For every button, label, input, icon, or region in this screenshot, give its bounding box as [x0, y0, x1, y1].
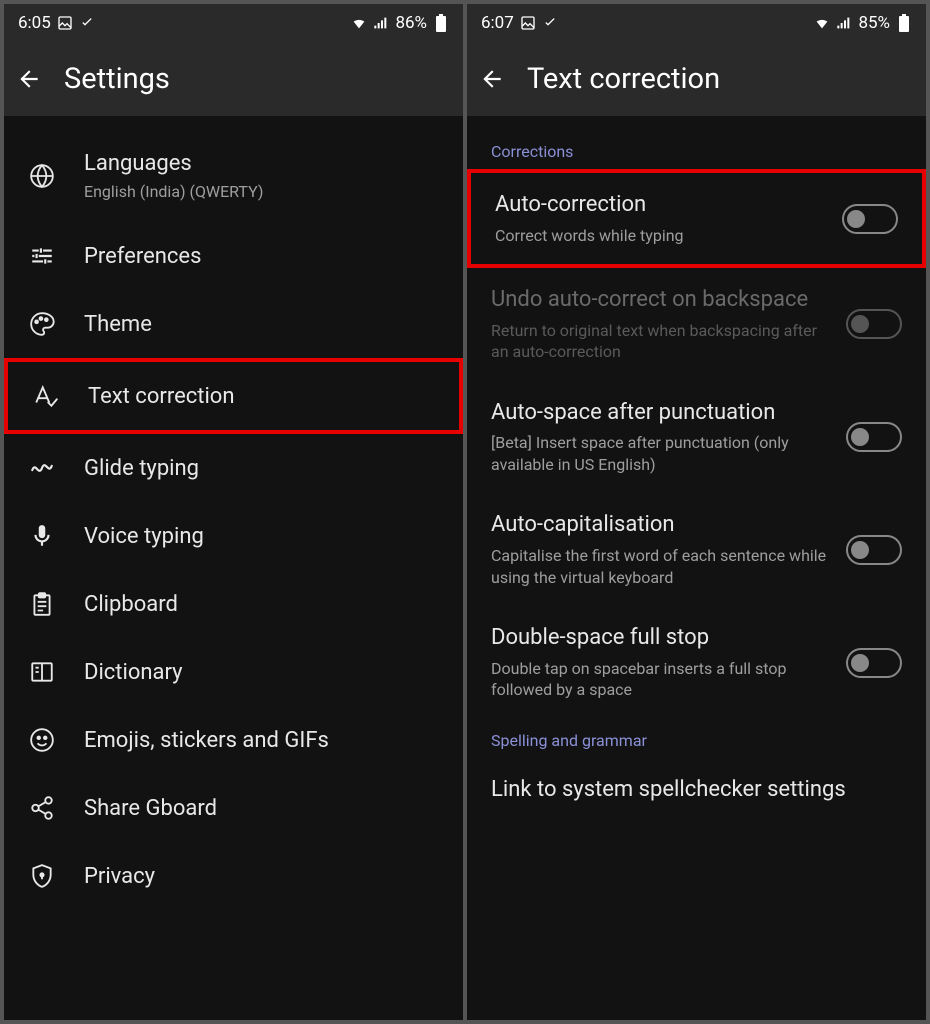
check-icon [542, 15, 558, 31]
item-title: Undo auto-correct on backspace [491, 286, 830, 314]
item-title: Emojis, stickers and GIFs [84, 727, 329, 755]
item-title: Preferences [84, 243, 201, 271]
wifi-icon [814, 15, 830, 31]
item-title: Voice typing [84, 523, 204, 551]
languages-item[interactable]: Languages English (India) (QWERTY) [4, 130, 463, 222]
status-battery: 85% [858, 13, 890, 33]
item-sub: English (India) (QWERTY) [84, 182, 263, 203]
book-icon [28, 658, 56, 686]
item-title: Auto-space after punctuation [491, 399, 830, 427]
item-title: Dictionary [84, 659, 183, 687]
battery-icon [433, 15, 449, 31]
emojis-item[interactable]: Emojis, stickers and GIFs [4, 706, 463, 774]
status-bar: 6:07 85% [467, 4, 926, 42]
signal-icon [836, 15, 852, 31]
double-space-item[interactable]: Double-space full stop Double tap on spa… [467, 606, 926, 719]
item-title: Clipboard [84, 591, 178, 619]
settings-screen: 6:05 86% Settings Languages English (Ind… [4, 4, 463, 1020]
app-bar: Settings [4, 42, 463, 116]
clipboard-item[interactable]: Clipboard [4, 570, 463, 638]
sliders-icon [28, 242, 56, 270]
share-icon [28, 794, 56, 822]
back-button[interactable] [479, 66, 505, 92]
text-correction-list: Corrections Auto-correction Correct word… [467, 116, 926, 1020]
share-item[interactable]: Share Gboard [4, 774, 463, 842]
auto-correction-item[interactable]: Auto-correction Correct words while typi… [467, 169, 926, 268]
voice-typing-item[interactable]: Voice typing [4, 502, 463, 570]
auto-cap-item[interactable]: Auto-capitalisation Capitalise the first… [467, 493, 926, 606]
emoji-icon [28, 726, 56, 754]
glide-icon [28, 454, 56, 482]
item-title: Auto-correction [495, 191, 826, 219]
item-title: Link to system spellchecker settings [491, 776, 902, 804]
item-sub: Return to original text when backspacing… [491, 320, 830, 363]
item-sub: Double tap on spacebar inserts a full st… [491, 658, 830, 701]
text-correction-icon [32, 382, 60, 410]
page-title: Settings [64, 62, 170, 96]
auto-correction-toggle[interactable] [842, 204, 898, 234]
status-bar: 6:05 86% [4, 4, 463, 42]
item-title: Double-space full stop [491, 624, 830, 652]
item-title: Privacy [84, 863, 155, 891]
status-battery: 86% [395, 13, 427, 33]
corrections-header: Corrections [467, 130, 926, 169]
preferences-item[interactable]: Preferences [4, 222, 463, 290]
spelling-header: Spelling and grammar [467, 719, 926, 758]
page-title: Text correction [527, 62, 720, 96]
item-title: Theme [84, 311, 152, 339]
status-time: 6:05 [18, 13, 51, 33]
wifi-icon [351, 15, 367, 31]
double-space-toggle[interactable] [846, 648, 902, 678]
glide-typing-item[interactable]: Glide typing [4, 434, 463, 502]
app-bar: Text correction [467, 42, 926, 116]
image-icon [520, 15, 536, 31]
item-sub: Capitalise the first word of each senten… [491, 545, 830, 588]
palette-icon [28, 310, 56, 338]
battery-icon [896, 15, 912, 31]
item-sub: Correct words while typing [495, 225, 826, 247]
dictionary-item[interactable]: Dictionary [4, 638, 463, 706]
status-time: 6:07 [481, 13, 514, 33]
undo-auto-correct-item: Undo auto-correct on backspace Return to… [467, 268, 926, 381]
item-title: Glide typing [84, 455, 199, 483]
item-title: Languages [84, 150, 263, 178]
text-correction-item[interactable]: Text correction [4, 358, 463, 434]
theme-item[interactable]: Theme [4, 290, 463, 358]
item-title: Auto-capitalisation [491, 511, 830, 539]
auto-space-toggle[interactable] [846, 422, 902, 452]
globe-icon [28, 162, 56, 190]
back-button[interactable] [16, 66, 42, 92]
item-title: Share Gboard [84, 795, 217, 823]
auto-cap-toggle[interactable] [846, 535, 902, 565]
settings-list: Languages English (India) (QWERTY) Prefe… [4, 116, 463, 1020]
text-correction-screen: 6:07 85% Text correction Corrections Aut… [467, 4, 926, 1020]
shield-icon [28, 862, 56, 890]
undo-toggle [846, 309, 902, 339]
clipboard-icon [28, 590, 56, 618]
image-icon [57, 15, 73, 31]
item-sub: [Beta] Insert space after punctuation (o… [491, 432, 830, 475]
signal-icon [373, 15, 389, 31]
mic-icon [28, 522, 56, 550]
privacy-item[interactable]: Privacy [4, 842, 463, 910]
item-title: Text correction [88, 383, 235, 411]
check-icon [79, 15, 95, 31]
spellchecker-link-item[interactable]: Link to system spellchecker settings [467, 758, 926, 822]
auto-space-item[interactable]: Auto-space after punctuation [Beta] Inse… [467, 381, 926, 494]
